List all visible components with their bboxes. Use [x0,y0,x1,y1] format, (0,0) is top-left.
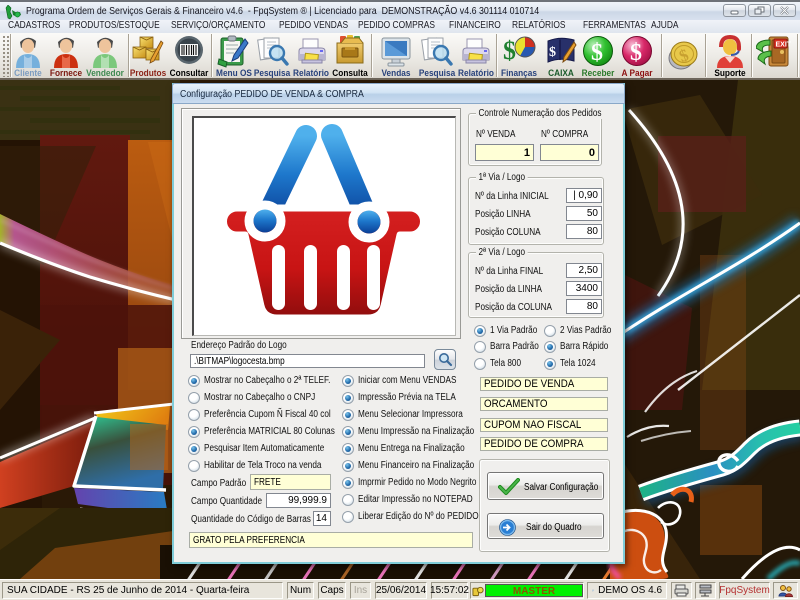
svg-text:$: $ [591,40,603,66]
svg-text:$: $ [630,40,642,66]
svg-text:EXIT: EXIT [776,42,792,49]
svg-text:$: $ [503,36,516,65]
svg-text:$: $ [549,45,556,60]
